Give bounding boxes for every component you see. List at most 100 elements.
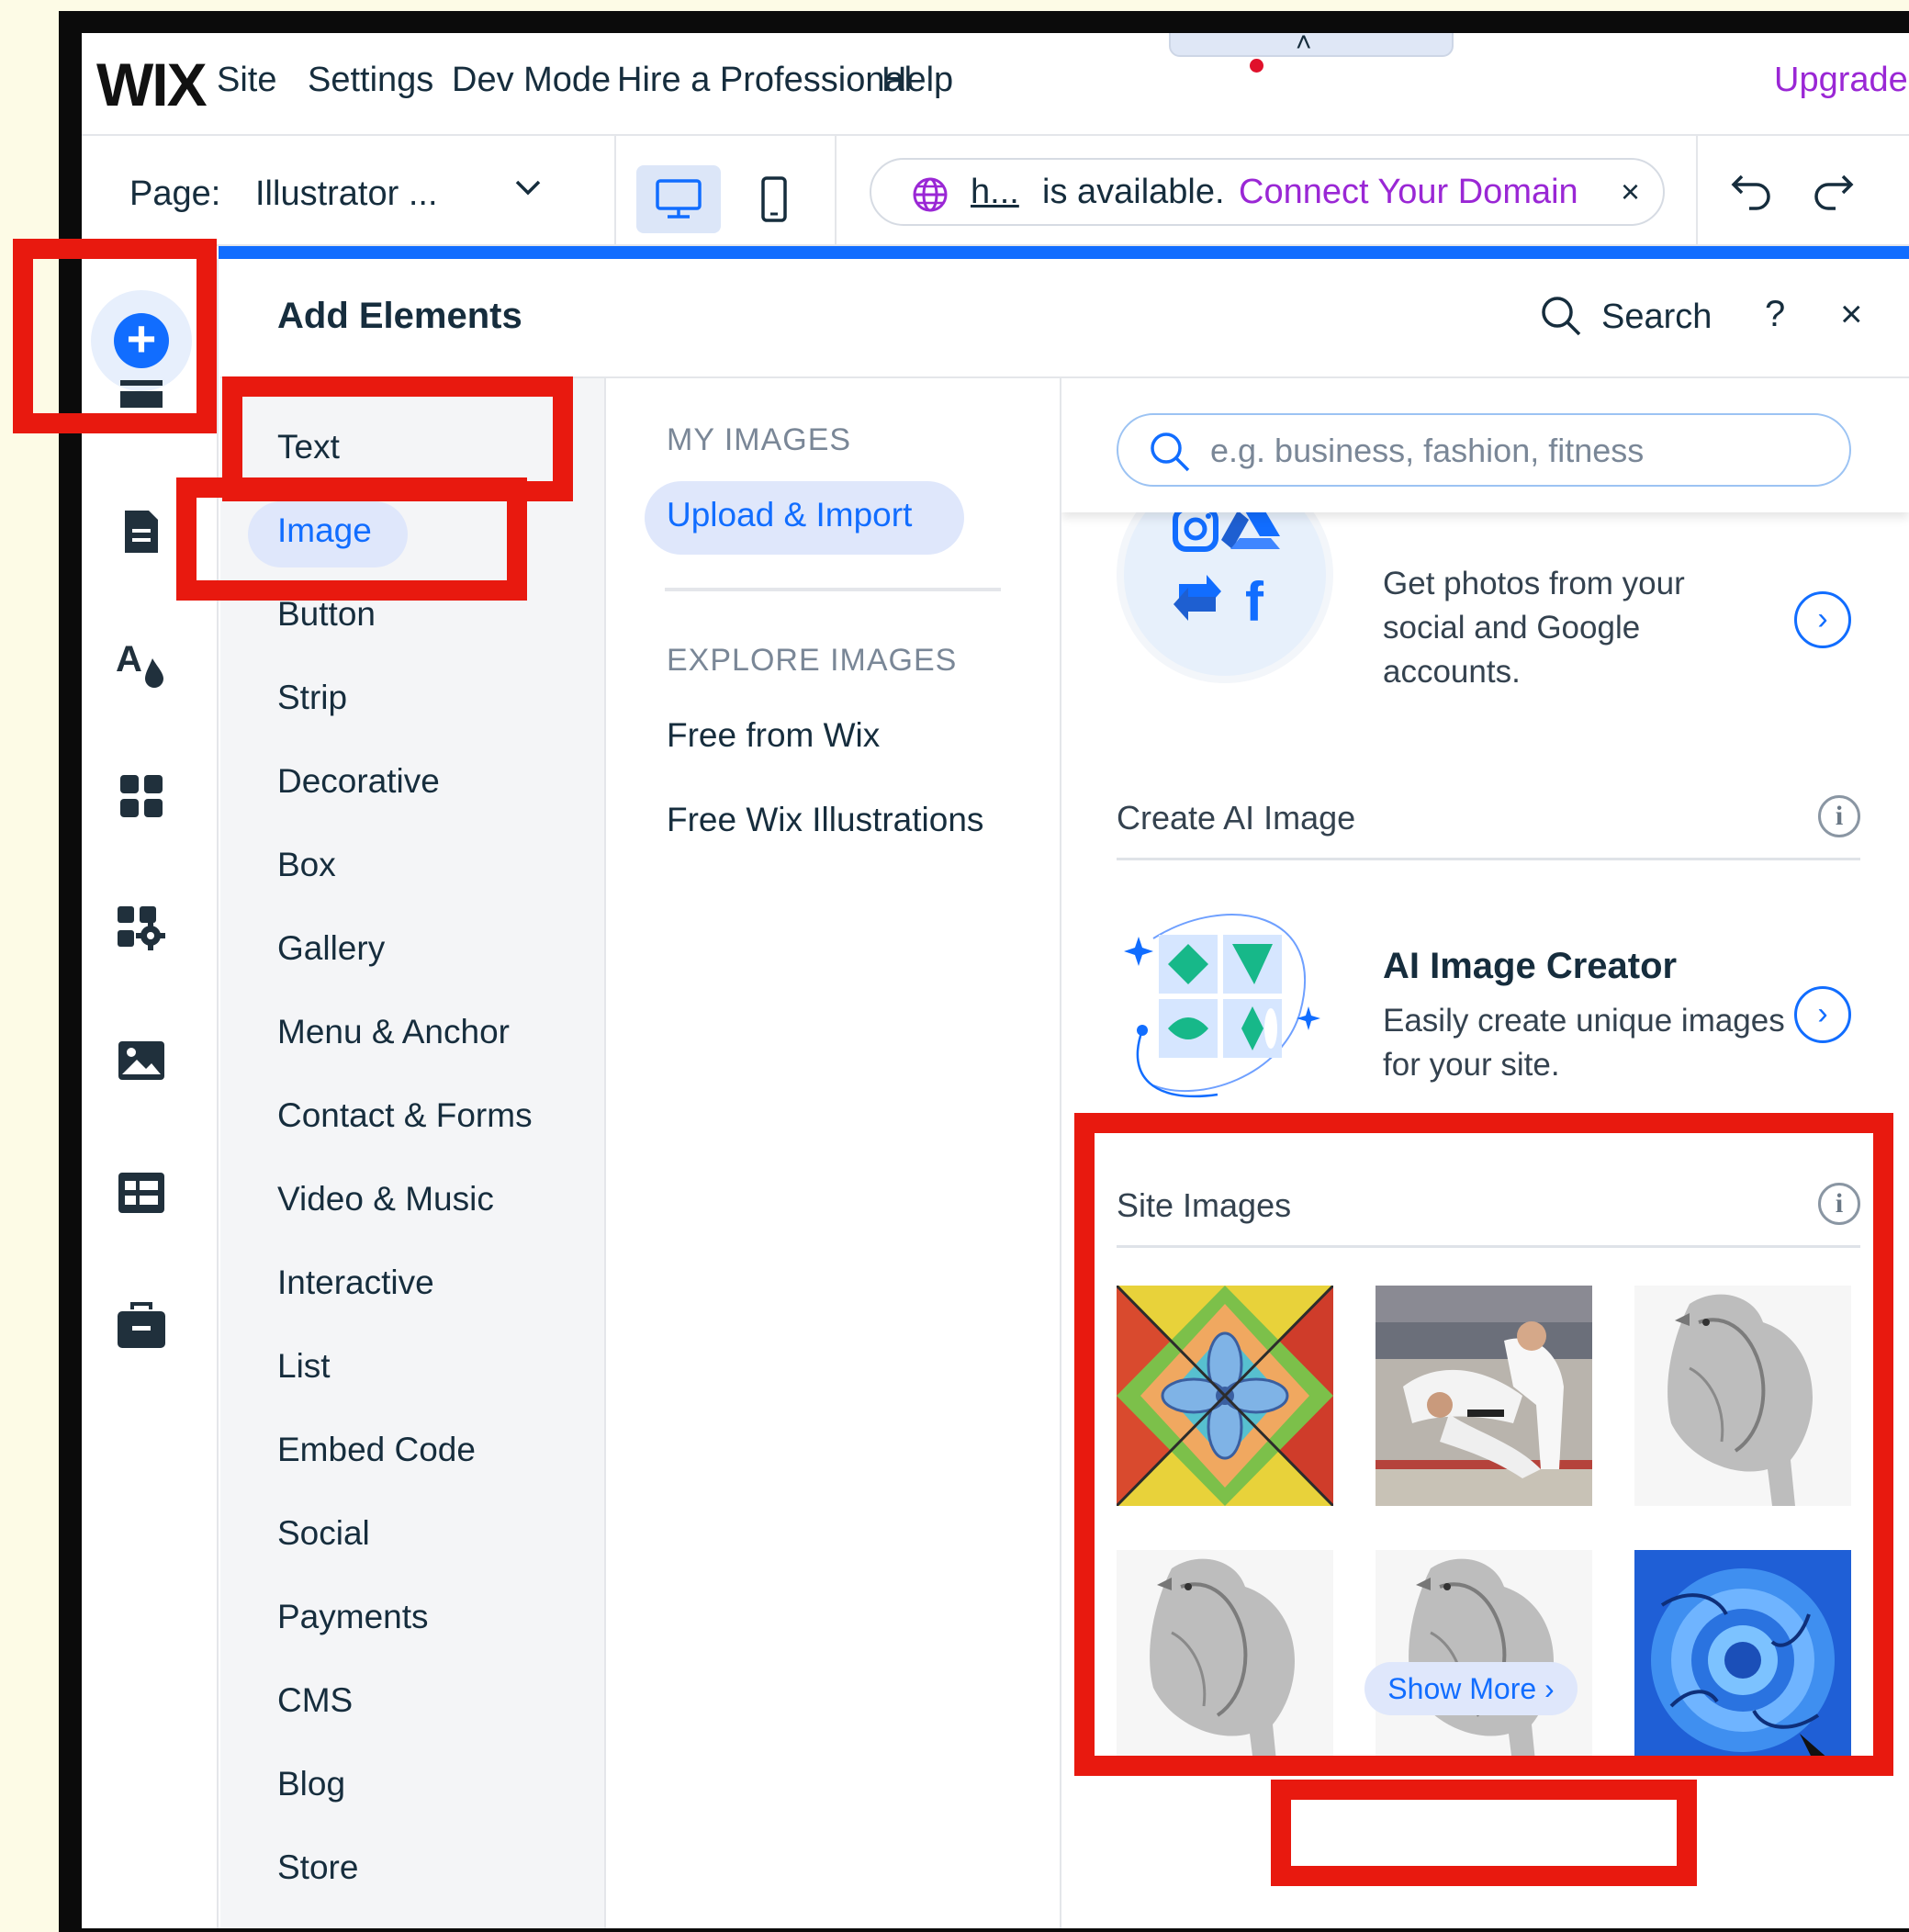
mobile-icon <box>761 176 787 222</box>
connect-domain-link[interactable]: Connect Your Domain <box>1239 173 1578 212</box>
ai-image-creator-illustration <box>1124 914 1320 1098</box>
chevron-down-icon[interactable] <box>510 169 546 206</box>
chevron-right-icon[interactable]: › <box>1794 591 1851 648</box>
menu-site[interactable]: Site <box>217 61 276 100</box>
page-selector[interactable]: Illustrator ... <box>255 174 438 214</box>
site-image-thumbnail[interactable] <box>1117 1550 1333 1770</box>
site-images-title: Site Images <box>1117 1186 1292 1224</box>
section-divider <box>1117 1245 1860 1248</box>
menu-hire-professional[interactable]: Hire a Professional <box>617 61 912 100</box>
image-subcategories: MY IMAGES Upload & Import EXPLORE IMAGES… <box>606 378 1061 1928</box>
image-search-field[interactable] <box>1117 413 1851 487</box>
panel-title: Add Elements <box>277 296 522 336</box>
image-search-input[interactable] <box>1210 428 1816 474</box>
toolbar-divider <box>614 136 616 246</box>
editor-progress-line <box>219 246 1909 259</box>
search-icon[interactable] <box>1539 294 1583 338</box>
svg-text:f: f <box>1245 571 1264 633</box>
help-icon[interactable]: ? <box>1765 294 1785 335</box>
upgrade-link[interactable]: Upgrade <box>1774 61 1908 100</box>
menu-help[interactable]: Help <box>882 61 953 100</box>
media-button[interactable] <box>115 1034 168 1087</box>
explore-images-heading: EXPLORE IMAGES <box>667 643 958 678</box>
category-box[interactable]: Box <box>277 846 336 884</box>
pages-button[interactable] <box>115 505 168 558</box>
desktop-view-button[interactable] <box>636 165 721 233</box>
category-contact-forms[interactable]: Contact & Forms <box>277 1096 533 1135</box>
theme-icon: A <box>116 639 163 688</box>
apps-button[interactable] <box>115 769 168 823</box>
sections-button[interactable] <box>115 373 168 426</box>
site-image-thumbnail[interactable] <box>1634 1286 1851 1506</box>
site-image-thumbnail[interactable] <box>1376 1550 1592 1770</box>
image-content-area: f Get photos from your social and Google… <box>1061 378 1909 1928</box>
category-store[interactable]: Store <box>277 1848 358 1887</box>
portfolio-button[interactable] <box>115 1298 168 1352</box>
toolbar-divider <box>1696 136 1698 246</box>
wix-logo: WIX <box>96 51 208 118</box>
chevron-up-icon[interactable]: ˄ <box>1296 33 1312 59</box>
category-payments[interactable]: Payments <box>277 1598 429 1636</box>
add-elements-panel: Add Elements Search ? × Text Image Butto… <box>220 259 1909 1928</box>
category-embed-code[interactable]: Embed Code <box>277 1431 476 1469</box>
desktop-icon <box>656 179 702 219</box>
category-blog[interactable]: Blog <box>277 1765 345 1803</box>
create-ai-image-title: Create AI Image <box>1117 799 1356 837</box>
wix-editor-window: WIX Site Settings Dev Mode Hire a Profes… <box>82 33 1909 1928</box>
sections-icon <box>120 380 163 419</box>
ai-image-creator-title: AI Image Creator <box>1383 946 1678 986</box>
chevron-right-icon[interactable]: › <box>1794 986 1851 1043</box>
undo-icon[interactable] <box>1729 167 1775 213</box>
social-import-description: Get photos from your social and Google a… <box>1383 566 1685 690</box>
business-apps-button[interactable] <box>115 902 168 955</box>
site-image-thumbnail[interactable] <box>1634 1550 1851 1770</box>
category-gallery[interactable]: Gallery <box>277 929 385 968</box>
mobile-view-button[interactable] <box>732 165 816 233</box>
redo-icon[interactable] <box>1810 167 1856 213</box>
category-text[interactable]: Text <box>277 428 340 466</box>
category-cms[interactable]: CMS <box>277 1681 353 1720</box>
panel-search-button[interactable]: Search <box>1601 298 1712 337</box>
left-tool-rail: + A <box>82 259 219 1928</box>
info-icon[interactable]: i <box>1818 795 1860 837</box>
free-from-wix-link[interactable]: Free from Wix <box>667 716 880 755</box>
site-image-thumbnail[interactable] <box>1117 1286 1333 1506</box>
my-images-heading: MY IMAGES <box>667 422 852 457</box>
category-video-music[interactable]: Video & Music <box>277 1180 494 1219</box>
info-icon[interactable]: i <box>1818 1183 1860 1225</box>
site-image-thumbnail[interactable] <box>1376 1286 1592 1506</box>
free-wix-illustrations-link[interactable]: Free Wix Illustrations <box>667 801 983 839</box>
svg-text:A: A <box>116 639 142 680</box>
cms-button[interactable] <box>115 1166 168 1219</box>
table-icon <box>118 1173 164 1213</box>
category-interactive[interactable]: Interactive <box>277 1264 434 1302</box>
panel-header: Add Elements Search ? × <box>220 259 1909 378</box>
upload-import-label[interactable]: Upload & Import <box>667 496 912 534</box>
section-divider <box>1117 858 1860 860</box>
category-menu-anchor[interactable]: Menu & Anchor <box>277 1013 510 1051</box>
show-more-button[interactable]: Show More › <box>1364 1662 1578 1715</box>
menu-dev-mode[interactable]: Dev Mode <box>452 61 611 100</box>
design-button[interactable]: A <box>115 637 168 691</box>
briefcase-icon <box>118 1302 165 1348</box>
page-toolbar: Page: Illustrator ... h... is available.… <box>82 136 1909 246</box>
globe-icon <box>913 177 948 212</box>
subnav-divider <box>665 588 1001 591</box>
menu-settings[interactable]: Settings <box>308 61 433 100</box>
category-social[interactable]: Social <box>277 1514 370 1553</box>
category-image[interactable]: Image <box>277 511 372 550</box>
category-strip[interactable]: Strip <box>277 679 347 717</box>
puzzle-gear-icon <box>118 906 165 950</box>
help-notification-dot <box>1250 59 1263 73</box>
category-decorative[interactable]: Decorative <box>277 762 440 801</box>
category-button[interactable]: Button <box>277 595 376 634</box>
category-list[interactable]: List <box>277 1347 331 1386</box>
apps-icon <box>120 775 163 817</box>
domain-name-link[interactable]: h... <box>971 173 1019 212</box>
ai-image-creator-description: Easily create unique images for your sit… <box>1383 1003 1785 1083</box>
domain-status-text: is available. <box>1042 173 1225 211</box>
close-icon[interactable]: × <box>1840 292 1863 336</box>
close-icon[interactable]: × <box>1621 173 1640 211</box>
page-label: Page: <box>129 174 221 213</box>
image-icon <box>118 1041 164 1080</box>
